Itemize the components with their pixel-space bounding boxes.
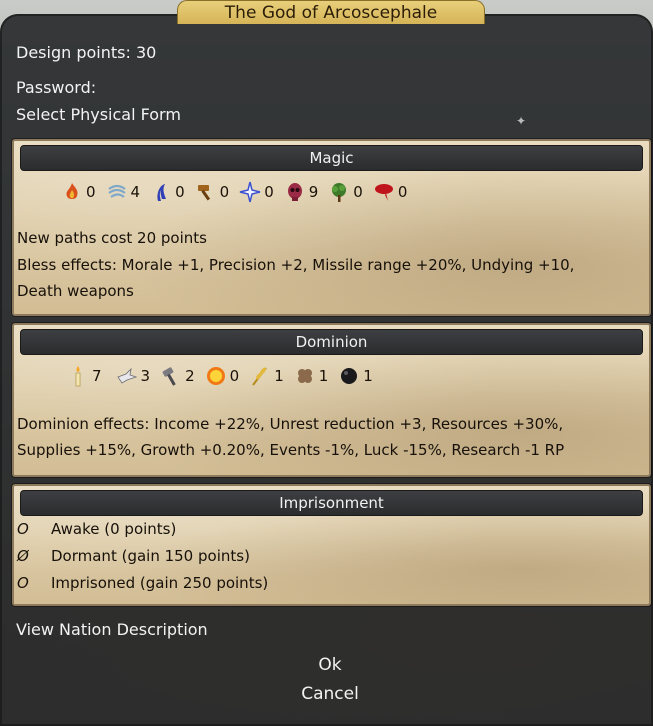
path-astral: 0	[239, 181, 274, 203]
bless-effects-line2: Death weapons	[17, 282, 134, 300]
dominion-effects-line1: Dominion effects: Income +22%, Unrest re…	[17, 415, 564, 433]
earth-icon	[197, 185, 210, 201]
cursor-icon: ✦	[516, 114, 527, 128]
path-fire: 0	[61, 181, 96, 203]
orb-icon	[341, 368, 358, 384]
option-label: Awake (0 points)	[51, 520, 177, 538]
imprisonment-option-awake[interactable]: O Awake (0 points)	[17, 520, 176, 538]
design-points-label: Design points: 30	[16, 43, 157, 62]
scale-productivity: 3	[116, 365, 150, 387]
scale-luck: 1	[294, 365, 328, 387]
scale-magic: 1	[338, 365, 373, 387]
fire-icon	[66, 183, 78, 199]
scale-heat: 0	[205, 365, 239, 387]
path-blood: 0	[373, 181, 407, 203]
water-icon	[157, 184, 167, 201]
blood-icon	[374, 184, 393, 201]
dominion-effects-line2: Supplies +15%, Growth +0.20%, Events -1%…	[17, 441, 565, 459]
path-earth: 0	[195, 181, 229, 203]
scale-hammer: 2	[160, 365, 195, 387]
clover-icon	[297, 369, 312, 383]
nature-icon	[332, 183, 347, 202]
candle-icon	[75, 366, 81, 387]
radio-mark-selected[interactable]: Ø	[17, 547, 51, 565]
option-label: Dormant (gain 150 points)	[51, 547, 250, 565]
scale-order: 7	[67, 365, 102, 387]
select-physical-form-link[interactable]: Select Physical Form	[16, 105, 181, 124]
password-label[interactable]: Password:	[16, 78, 96, 97]
air-icon	[107, 184, 126, 198]
hammer-icon	[162, 367, 176, 386]
ok-button[interactable]: Ok	[280, 655, 380, 675]
astral-icon	[240, 181, 261, 203]
scale-growth: 1	[249, 365, 284, 387]
path-water: 0	[150, 181, 185, 203]
pretender-dialog: Design points: 30 Password: Select Physi…	[0, 14, 653, 726]
new-paths-cost: New paths cost 20 points	[17, 229, 207, 247]
bless-effects-line1: Bless effects: Morale +1, Precision +2, …	[17, 256, 575, 274]
path-nature: 0	[328, 181, 363, 203]
death-icon	[287, 183, 302, 201]
option-label: Imprisoned (gain 250 points)	[51, 574, 269, 592]
imprisonment-option-imprisoned[interactable]: O Imprisoned (gain 250 points)	[17, 574, 268, 592]
cancel-button[interactable]: Cancel	[280, 684, 380, 704]
dominion-title: Dominion	[20, 329, 643, 355]
magic-panel: Magic 0 4 0 0 0 9 0 0 New paths cost 20 …	[12, 139, 651, 316]
path-death: 9	[284, 181, 318, 203]
dominion-panel: Dominion 7 3 2 0 1 1 1 Dominion effects:…	[12, 323, 651, 477]
path-air: 4	[106, 181, 140, 203]
radio-mark[interactable]: O	[17, 520, 51, 538]
sun-icon	[206, 367, 225, 385]
dove-icon	[116, 367, 137, 384]
magic-paths-row: 0 4 0 0 0 9 0 0	[61, 180, 417, 204]
magic-title: Magic	[20, 145, 643, 171]
imprisonment-title: Imprisonment	[20, 490, 643, 516]
radio-mark[interactable]: O	[17, 574, 51, 592]
dominion-scales-row: 7 3 2 0 1 1 1	[67, 364, 383, 388]
view-nation-description-link[interactable]: View Nation Description	[16, 620, 208, 639]
imprisonment-panel: Imprisonment O Awake (0 points) Ø Dormant …	[12, 484, 651, 606]
imprisonment-option-dormant[interactable]: Ø Dormant (gain 150 points)	[17, 547, 250, 565]
window-title: The God of Arcoscephale	[177, 0, 485, 24]
wheat-icon	[252, 367, 267, 386]
